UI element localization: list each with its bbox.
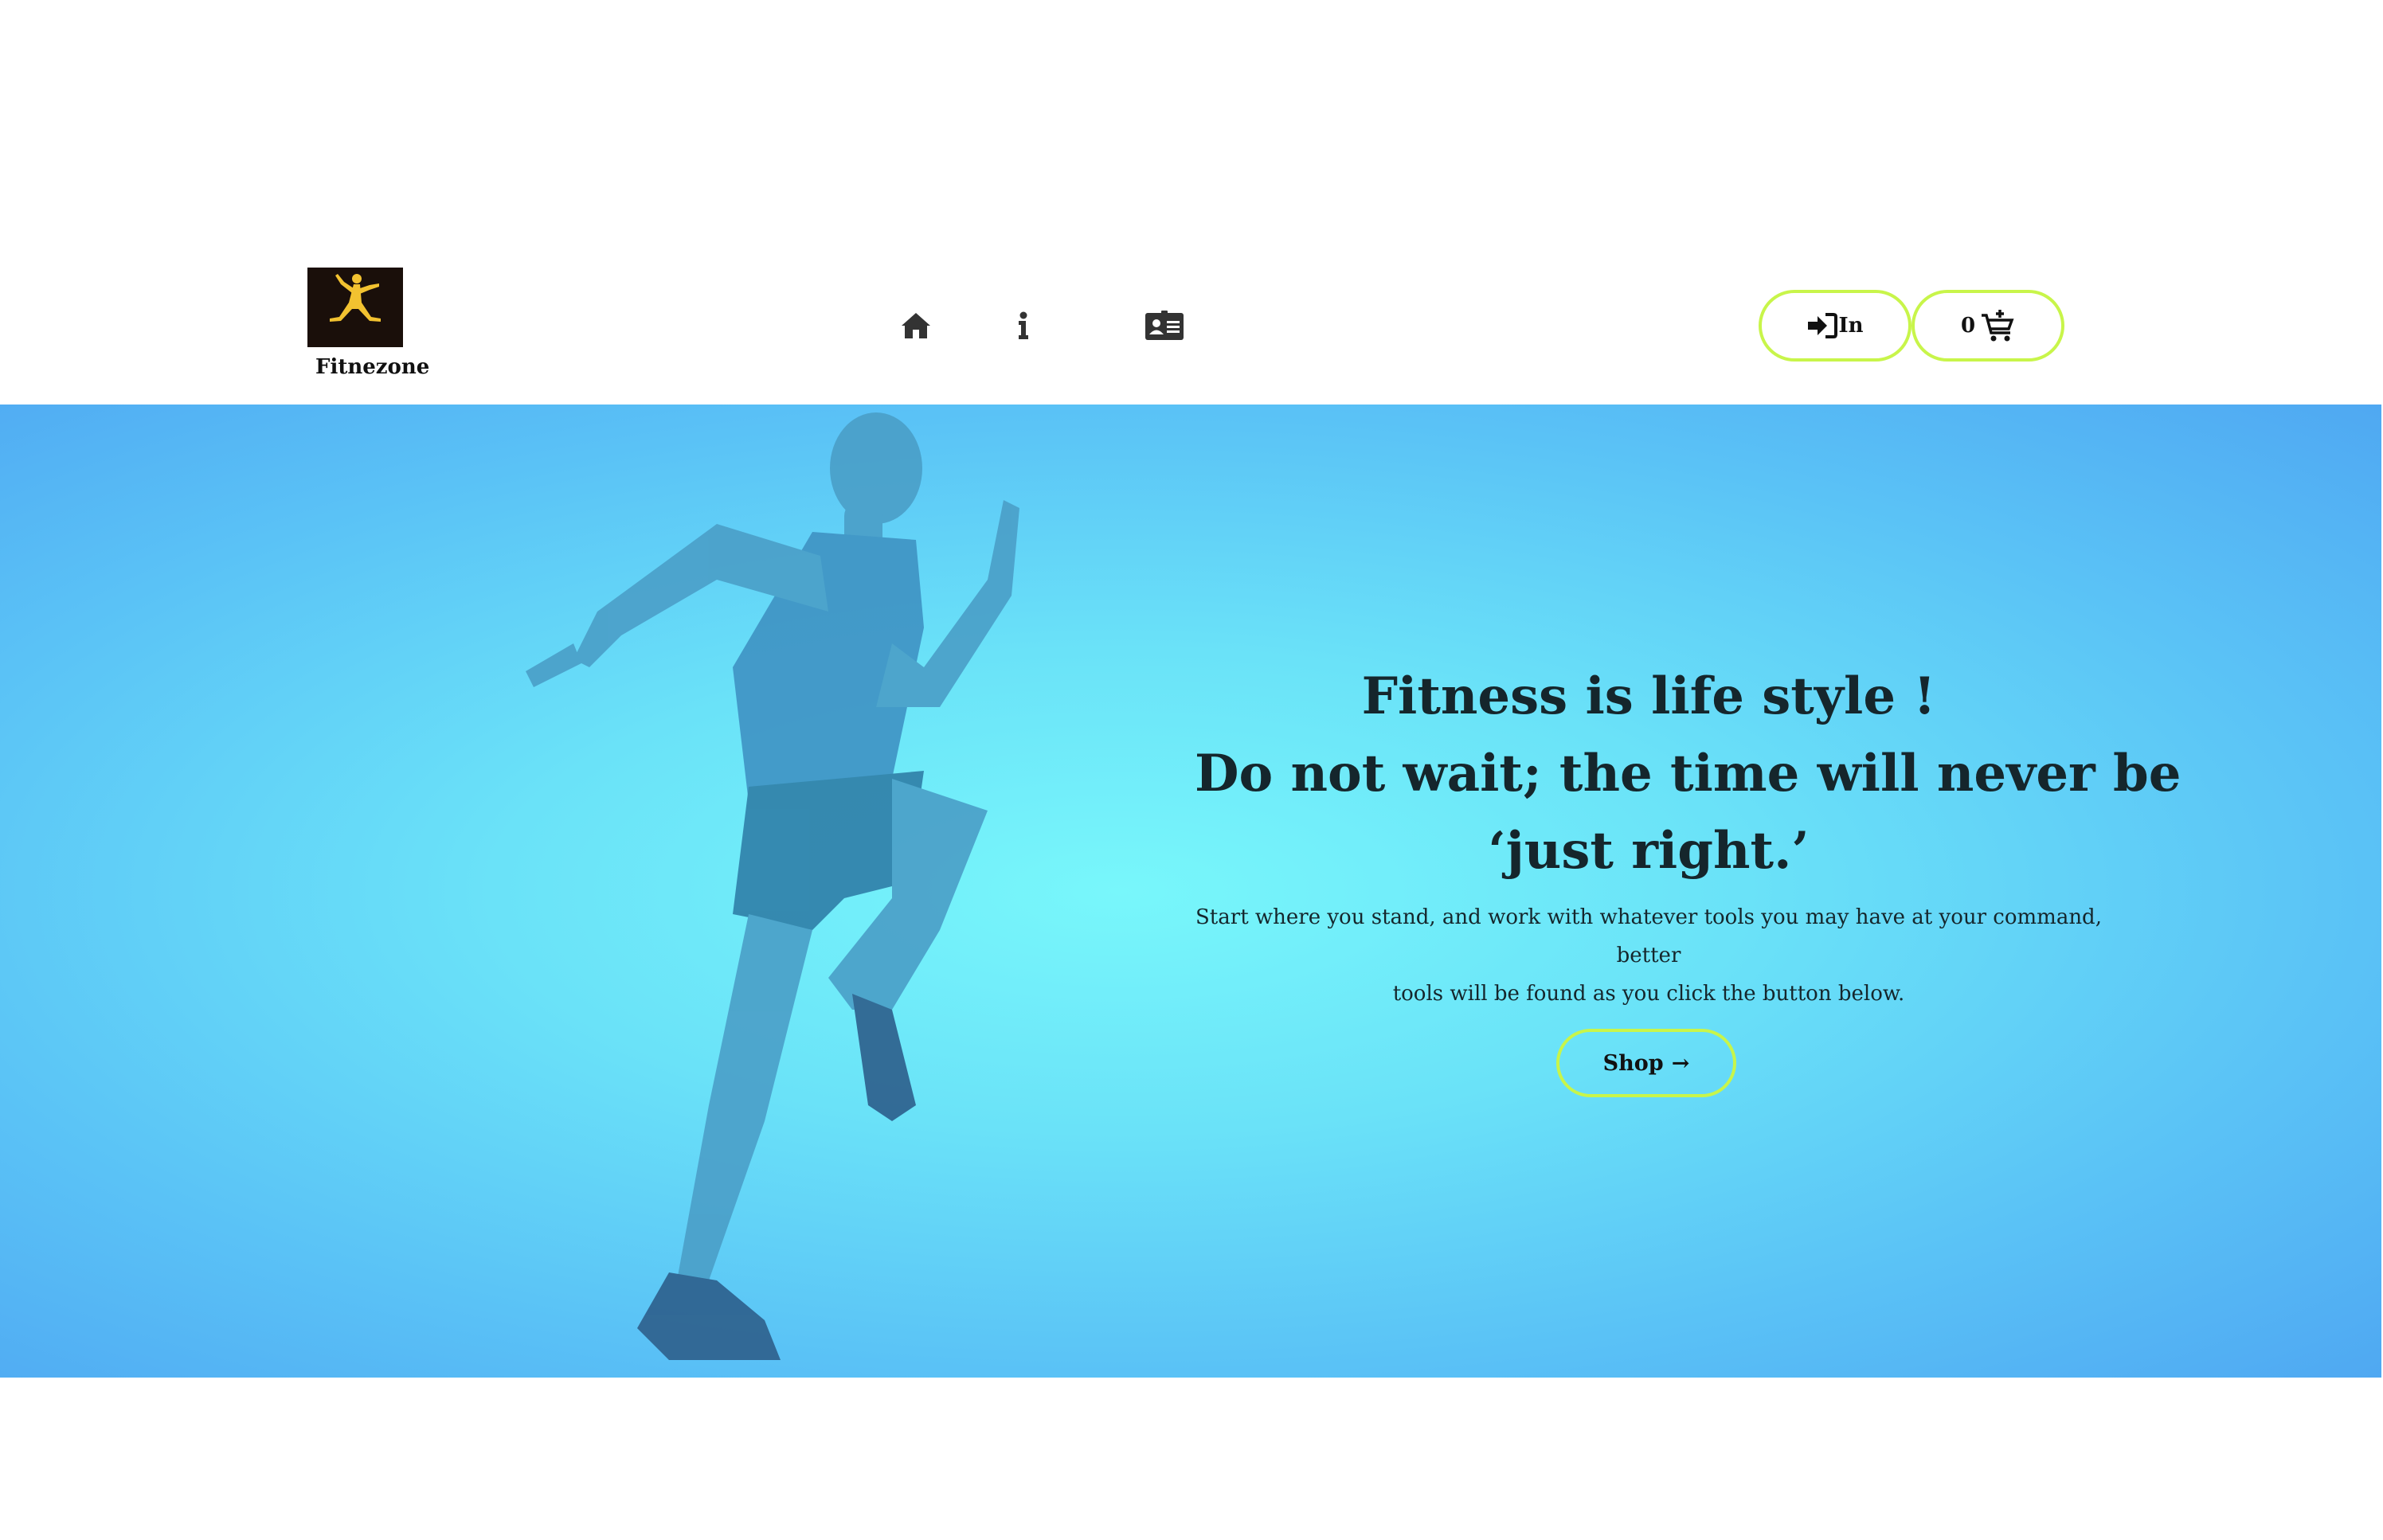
nav-home[interactable] bbox=[898, 307, 933, 344]
hero-banner: Fitness is life style ! Do not wait; the… bbox=[0, 405, 2381, 1378]
headline-line-2: Do not wait; the time will never be bbox=[1195, 744, 2181, 803]
site-header: Fitnezone In 0 bbox=[0, 0, 2383, 405]
hero-headline: Fitness is life style ! Do not wait; the… bbox=[1195, 658, 2181, 889]
login-button[interactable]: In bbox=[1759, 290, 1911, 362]
brand-name: Fitnezone bbox=[315, 355, 430, 379]
shop-label: Shop bbox=[1602, 1050, 1664, 1076]
headline-line-3: ‘just right.’ bbox=[1488, 821, 1810, 881]
cart-button[interactable]: 0 bbox=[1911, 290, 2064, 362]
nav-contact[interactable] bbox=[1144, 307, 1185, 344]
cart-count: 0 bbox=[1960, 314, 1976, 338]
add-to-cart-icon bbox=[1982, 310, 2014, 342]
contact-card-icon bbox=[1145, 311, 1184, 340]
info-icon bbox=[1019, 311, 1028, 339]
home-icon bbox=[902, 313, 930, 338]
sign-in-icon bbox=[1808, 313, 1838, 338]
subtext-line-1: Start where you stand, and work with wha… bbox=[1195, 905, 2102, 967]
subtext-line-2: tools will be found as you click the but… bbox=[1392, 982, 1905, 1006]
arrow-right-icon: → bbox=[1671, 1050, 1690, 1076]
runner-image bbox=[335, 405, 1051, 1378]
nav-info[interactable] bbox=[1013, 307, 1034, 344]
login-label: In bbox=[1838, 314, 1864, 338]
jumpman-logo-icon[interactable] bbox=[307, 268, 403, 347]
hero-subtext: Start where you stand, and work with wha… bbox=[1195, 898, 2103, 1013]
shop-button[interactable]: Shop → bbox=[1556, 1029, 1736, 1097]
headline-line-1: Fitness is life style ! bbox=[1361, 666, 1936, 726]
